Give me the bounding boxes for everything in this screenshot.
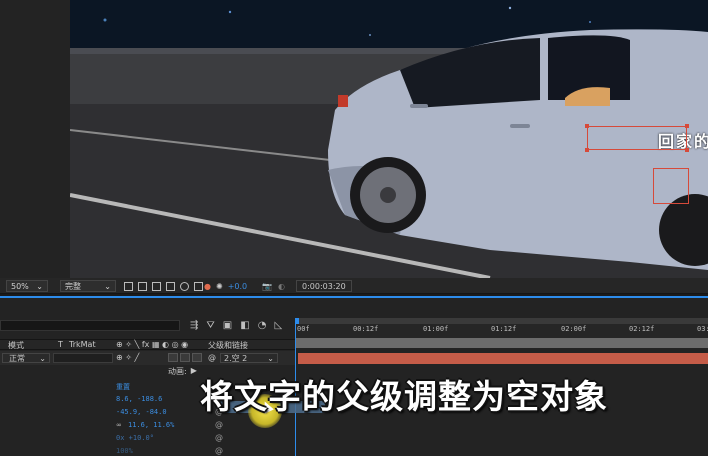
reset-link[interactable]: 重置 — [116, 382, 130, 392]
track-matte-dropdown[interactable] — [53, 353, 113, 363]
ruler-tick: 02:00f — [561, 325, 587, 333]
parent-dropdown[interactable]: 2.空 2 ⌄ — [220, 353, 278, 363]
layer-search-input[interactable] — [0, 320, 180, 331]
chevron-down-icon: ⌄ — [39, 354, 46, 363]
rotation-value[interactable]: 0x +10.0° — [116, 434, 154, 442]
scale-value[interactable]: 11.6, 11.6% — [128, 421, 174, 429]
column-header: 模式 T TrkMat ⊕ ✧ ╲ fx ▦ ◐ ◎ ◉ 父级和链接 — [0, 339, 295, 350]
shy-layers-icon[interactable]: ▣ — [223, 320, 232, 331]
overlay-char: 的 — [694, 132, 708, 151]
transform-handle[interactable] — [685, 148, 689, 152]
ruler-tick: 01:00f — [423, 325, 449, 333]
blend-mode-dropdown[interactable]: 正常 ⌄ — [2, 353, 50, 363]
time-ruler[interactable]: 00f 00:12f 01:00f 01:12f 02:00f 02:12f 0… — [295, 324, 708, 338]
null-object-bounds[interactable] — [653, 168, 689, 204]
animate-label: 动画: — [168, 367, 187, 376]
graph-editor-icon[interactable]: ◺ — [274, 320, 282, 331]
zoom-dropdown[interactable]: 50% ⌄ — [6, 280, 48, 292]
layer-switch[interactable] — [192, 353, 202, 362]
blend-mode-value: 正常 — [9, 354, 25, 363]
t-column-header: T — [58, 340, 63, 349]
work-area-bar[interactable] — [295, 338, 708, 348]
pick-whip-icon[interactable]: @ — [208, 353, 216, 362]
layer-switch[interactable] — [180, 353, 190, 362]
chevron-down-icon: ⌄ — [36, 281, 43, 291]
video-subtitle: 将文字的父级调整为空对象 — [200, 377, 608, 416]
safe-margins-icon[interactable] — [166, 281, 175, 291]
animate-row[interactable]: 动画: ▶ — [168, 366, 197, 377]
transparency-grid-icon[interactable] — [138, 281, 147, 291]
zoom-value: 50% — [11, 281, 29, 291]
resolution-dropdown[interactable]: 完整 ⌄ — [60, 280, 116, 292]
ruler-tick: 02:12f — [629, 325, 655, 333]
spiral-icon[interactable]: @ — [215, 433, 223, 442]
left-panel — [0, 0, 70, 278]
chevron-down-icon: ⌄ — [104, 281, 111, 291]
opacity-value[interactable]: 100% — [116, 447, 133, 455]
ruler-tick: 03:0 — [697, 325, 708, 333]
chevron-down-icon: ⌄ — [267, 354, 274, 363]
exposure-icon[interactable]: ✺ — [216, 282, 223, 291]
play-icon[interactable]: ▶ — [191, 366, 197, 377]
ruler-tick: 00f — [297, 325, 310, 333]
viewer-toolbar: 50% ⌄ 完整 ⌄ ● ✺ +0.0 📷 ◐ 0:00:03:20 — [0, 278, 708, 294]
mode-column-header: 模式 — [8, 341, 24, 350]
composition-viewer[interactable]: 回 家 的 读 忍 — [70, 0, 708, 278]
spiral-icon[interactable]: @ — [215, 446, 223, 455]
anchor-point-value[interactable]: 8.6, -188.6 — [116, 395, 162, 403]
region-of-interest-icon[interactable] — [124, 281, 133, 291]
transform-handle[interactable] — [585, 124, 589, 128]
motion-blur-icon[interactable]: ◔ — [258, 320, 267, 331]
layer-switch[interactable] — [168, 353, 178, 362]
layer-switch-icons[interactable]: ⊕ ✧ ╱ — [116, 353, 139, 362]
exposure-value[interactable]: +0.0 — [228, 282, 247, 291]
position-value[interactable]: -45.9, -84.0 — [116, 408, 167, 416]
draft-3d-icon[interactable]: ⛛ — [206, 320, 214, 331]
parent-column-header: 父级和链接 — [208, 341, 248, 350]
parent-value: 2.空 2 — [224, 354, 248, 363]
transform-handle[interactable] — [585, 148, 589, 152]
timeline-toolbar: ⇶ ⛛ ▣ ◧ ◔ ◺ — [0, 318, 295, 336]
layer-duration-bar[interactable] — [298, 353, 708, 364]
toggle-mask-icon[interactable] — [194, 281, 203, 291]
resolution-value: 完整 — [65, 281, 81, 291]
transform-handle[interactable] — [685, 124, 689, 128]
frame-blending-icon[interactable]: ◧ — [240, 320, 249, 331]
channel-color-icon[interactable]: ● — [204, 282, 211, 291]
text-selection-box[interactable] — [587, 126, 687, 150]
spiral-icon[interactable]: @ — [215, 420, 223, 429]
snapshot-icon[interactable] — [180, 281, 189, 291]
layer-row[interactable]: 正常 ⌄ ⊕ ✧ ╱ @ 2.空 2 ⌄ — [0, 351, 295, 365]
comp-flowchart-icon[interactable]: ⇶ — [190, 320, 198, 331]
timecode: 0:00:03:20 — [302, 281, 346, 291]
camera-icon[interactable]: 📷 — [262, 282, 272, 291]
ruler-tick: 01:12f — [491, 325, 517, 333]
switches-icons: ⊕ ✧ ╲ fx ▦ ◐ ◎ ◉ — [116, 340, 189, 349]
show-snapshot-icon[interactable]: ◐ — [278, 282, 285, 291]
link-icon[interactable]: ∞ — [116, 421, 122, 429]
current-time-box[interactable]: 0:00:03:20 — [296, 280, 352, 292]
trkmat-column-header: TrkMat — [69, 340, 96, 349]
ruler-tick: 00:12f — [353, 325, 379, 333]
mask-path-icon[interactable] — [152, 281, 161, 291]
